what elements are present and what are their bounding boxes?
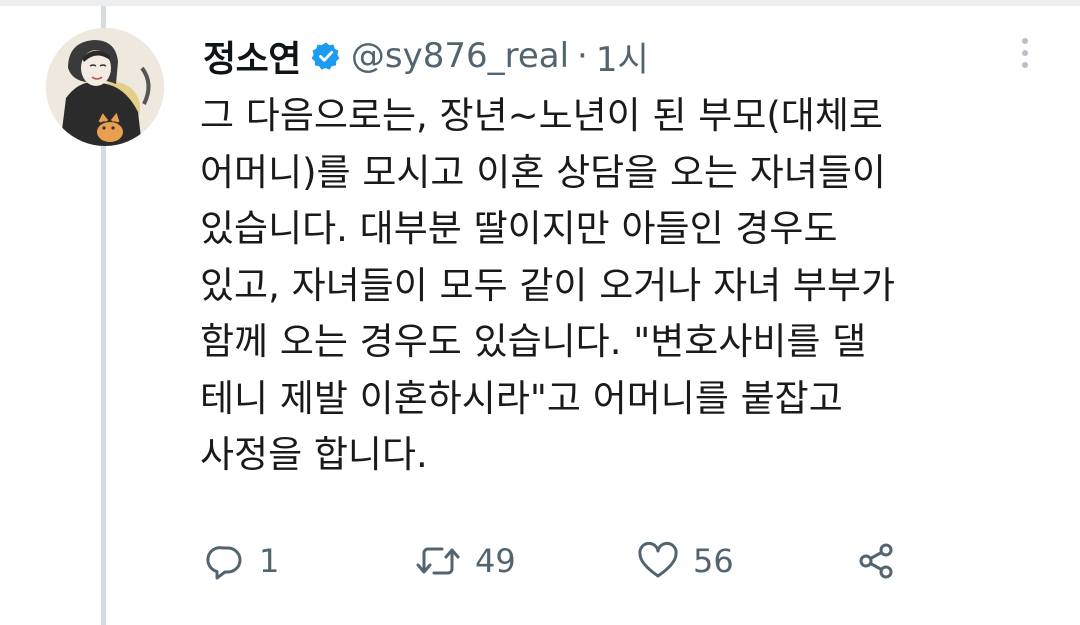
more-vertical-icon[interactable]: [1018, 36, 1032, 70]
tweet-header: 정소연 @sy876_real · 1시: [203, 30, 649, 82]
separator-dot: ·: [577, 36, 588, 76]
share-button[interactable]: [855, 538, 897, 584]
heart-icon: [638, 541, 678, 578]
reply-icon: [206, 546, 242, 580]
tweet-text-line: 있습니다. 대부분 딸이지만 아들인 경우도: [200, 207, 838, 250]
tweet-actions: 1 49 56: [205, 538, 925, 584]
retweet-count: 49: [475, 542, 516, 580]
user-handle[interactable]: @sy876_real: [351, 36, 569, 76]
display-name[interactable]: 정소연: [203, 30, 301, 82]
retweet-button[interactable]: 49: [415, 538, 516, 584]
share-icon: [859, 543, 893, 579]
tweet-text: 그 다음으로는, 장년~노년이 된 부모(대체로 어머니)를 모시고 이혼 상담…: [200, 88, 1040, 484]
retweet-icon: [416, 547, 460, 575]
verified-badge-icon: [311, 41, 341, 71]
tweet-text-line: 사정을 합니다.: [200, 433, 428, 476]
reply-count: 1: [259, 542, 280, 580]
tweet-text-line: 어머니)를 모시고 이혼 상담을 오는 자녀들이: [200, 150, 886, 194]
like-count: 56: [693, 542, 734, 580]
avatar-illustration: [46, 28, 164, 146]
reply-button[interactable]: 1: [205, 538, 279, 584]
tweet-text-line: 있고, 자녀들이 모두 같이 오거나 자녀 부부가: [200, 263, 896, 307]
tweet-text-line: 그 다음으로는, 장년~노년이 된 부모(대체로: [200, 94, 883, 137]
tweet-text-line: 함께 오는 경우도 있습니다. "변호사비를 댈: [200, 320, 867, 363]
like-button[interactable]: 56: [637, 538, 734, 584]
timestamp[interactable]: 1시: [596, 32, 649, 81]
top-divider: [0, 0, 1080, 6]
tweet-text-line: 테니 제발 이혼하시라"고 어머니를 붙잡고: [200, 376, 843, 420]
avatar[interactable]: [46, 28, 164, 146]
